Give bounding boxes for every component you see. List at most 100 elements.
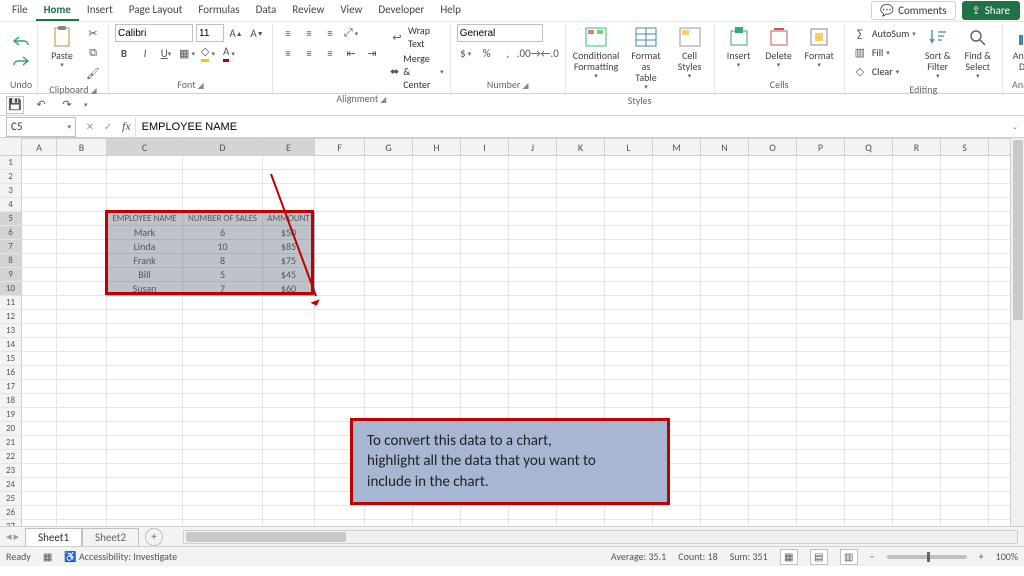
cell-E20[interactable] [263,422,315,436]
spreadsheet-grid[interactable]: ABCDEFGHIJKLMNOPQRSTU 123456789101112131… [0,138,1024,526]
row-header-25[interactable]: 25 [0,492,22,506]
row-header-15[interactable]: 15 [0,352,22,366]
border-button[interactable]: ▦ [178,44,196,62]
font-name-select[interactable] [115,24,193,42]
menu-help[interactable]: Help [432,0,469,21]
cell-C21[interactable] [107,436,183,450]
cell-A26[interactable] [22,506,57,520]
cell-D5[interactable]: NUMBER OF SALES [183,212,263,226]
decrease-decimal-button[interactable]: ←.0 [541,44,559,62]
row-header-7[interactable]: 7 [0,240,22,254]
cell-Q18[interactable] [845,394,893,408]
cell-P9[interactable] [797,268,845,282]
cell-D14[interactable] [183,338,263,352]
cell-B21[interactable] [57,436,107,450]
cell-A27[interactable] [22,520,57,526]
cell-D22[interactable] [183,450,263,464]
cell-H7[interactable] [413,240,461,254]
cell-R27[interactable] [893,520,941,526]
cell-I2[interactable] [461,170,509,184]
cell-B5[interactable] [57,212,107,226]
cell-D9[interactable]: 5 [183,268,263,282]
cell-M5[interactable] [653,212,701,226]
cell-A19[interactable] [22,408,57,422]
cell-O23[interactable] [749,464,797,478]
cell-E19[interactable] [263,408,315,422]
cell-B8[interactable] [57,254,107,268]
accessibility-status[interactable]: ♿ Accessibility: Investigate [64,550,177,563]
cell-G10[interactable] [365,282,413,296]
cell-P8[interactable] [797,254,845,268]
orientation-button[interactable]: ⤢ [342,24,360,42]
row-header-22[interactable]: 22 [0,450,22,464]
comments-button[interactable]: 💬 Comments [871,1,955,20]
col-header-H[interactable]: H [413,139,461,156]
menu-page-layout[interactable]: Page Layout [121,0,191,21]
cell-D3[interactable] [183,184,263,198]
cell-O26[interactable] [749,506,797,520]
cell-N19[interactable] [701,408,749,422]
conditional-formatting-button[interactable]: Conditional Formatting▾ [572,24,621,82]
cell-R6[interactable] [893,226,941,240]
col-header-G[interactable]: G [365,139,413,156]
cell-F27[interactable] [315,520,365,526]
cell-N1[interactable] [701,156,749,170]
cell-L2[interactable] [605,170,653,184]
fill-button[interactable]: ▥Fill▾ [851,43,916,61]
cell-C9[interactable]: Bill [107,268,183,282]
cell-A8[interactable] [22,254,57,268]
cell-N21[interactable] [701,436,749,450]
cell-F6[interactable] [315,226,365,240]
font-size-select[interactable] [196,24,224,42]
cell-L12[interactable] [605,310,653,324]
cell-S14[interactable] [941,338,989,352]
cell-A7[interactable] [22,240,57,254]
cell-H18[interactable] [413,394,461,408]
comma-format-button[interactable]: , [499,44,517,62]
cell-K16[interactable] [557,366,605,380]
cell-O5[interactable] [749,212,797,226]
cell-K12[interactable] [557,310,605,324]
col-header-A[interactable]: A [22,139,57,156]
cell-B16[interactable] [57,366,107,380]
cell-M15[interactable] [653,352,701,366]
row-headers[interactable]: 1234567891011121314151617181920212223242… [0,156,22,526]
hscroll-thumb[interactable] [186,532,346,542]
accounting-format-button[interactable]: $ [457,44,475,62]
cell-E8[interactable]: $75 [263,254,315,268]
tab-sheet1[interactable]: Sheet1 [25,528,82,546]
row-header-13[interactable]: 13 [0,324,22,338]
cell-F1[interactable] [315,156,365,170]
cell-L13[interactable] [605,324,653,338]
cell-S3[interactable] [941,184,989,198]
decrease-indent-button[interactable]: ⇤ [342,44,360,62]
cell-R24[interactable] [893,478,941,492]
cell-Q26[interactable] [845,506,893,520]
normal-view-button[interactable]: ▦ [780,549,798,565]
cell-E3[interactable] [263,184,315,198]
col-header-B[interactable]: B [57,139,107,156]
cell-G6[interactable] [365,226,413,240]
cell-Q27[interactable] [845,520,893,526]
cell-C18[interactable] [107,394,183,408]
cell-J10[interactable] [509,282,557,296]
cell-S16[interactable] [941,366,989,380]
cell-D26[interactable] [183,506,263,520]
col-header-F[interactable]: F [315,139,365,156]
cell-B20[interactable] [57,422,107,436]
cell-K1[interactable] [557,156,605,170]
cell-B10[interactable] [57,282,107,296]
cell-I26[interactable] [461,506,509,520]
cell-D13[interactable] [183,324,263,338]
menu-review[interactable]: Review [284,0,332,21]
cell-I4[interactable] [461,198,509,212]
cell-A3[interactable] [22,184,57,198]
cell-O11[interactable] [749,296,797,310]
cell-G16[interactable] [365,366,413,380]
cell-D27[interactable] [183,520,263,526]
cell-Q21[interactable] [845,436,893,450]
align-center-button[interactable]: ≡ [300,44,318,62]
cell-E15[interactable] [263,352,315,366]
cell-G13[interactable] [365,324,413,338]
format-as-table-button[interactable]: Format as Table▾ [624,24,667,93]
